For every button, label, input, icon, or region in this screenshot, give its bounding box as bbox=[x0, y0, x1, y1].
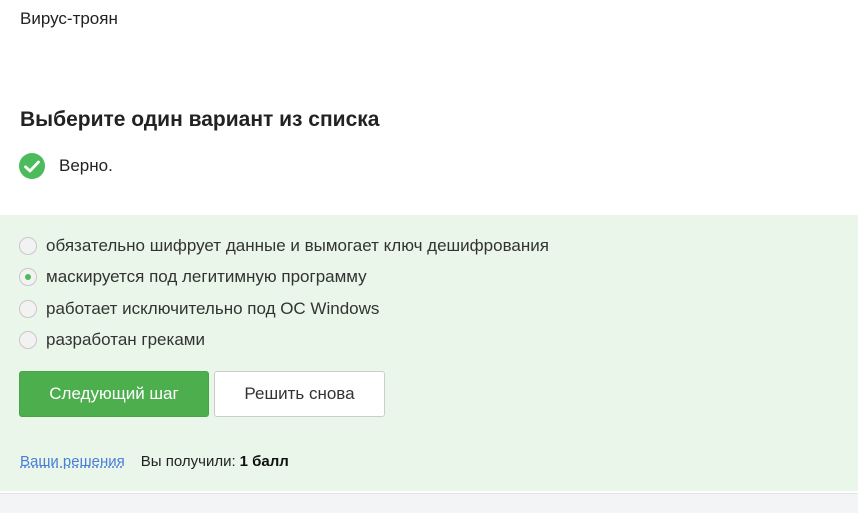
radio-dot-icon bbox=[25, 274, 31, 280]
radio-button[interactable] bbox=[19, 300, 37, 318]
radio-button[interactable] bbox=[19, 237, 37, 255]
radio-button-selected[interactable] bbox=[19, 268, 37, 286]
option-1[interactable]: обязательно шифрует данные и вымогает кл… bbox=[19, 236, 549, 256]
option-label: разработан греками bbox=[46, 330, 205, 349]
bottom-divider bbox=[0, 493, 858, 513]
option-2[interactable]: маскируется под легитимную программу bbox=[19, 267, 367, 287]
question-text: Вирус-троян bbox=[20, 9, 118, 28]
check-circle-icon bbox=[19, 153, 45, 179]
option-label: обязательно шифрует данные и вымогает кл… bbox=[46, 236, 549, 255]
retry-button[interactable]: Решить снова bbox=[214, 371, 385, 417]
radio-button[interactable] bbox=[19, 331, 37, 349]
options-panel: обязательно шифрует данные и вымогает кл… bbox=[0, 215, 858, 491]
option-label: работает исключительно под ОС Windows bbox=[46, 299, 380, 318]
next-step-button[interactable]: Следующий шаг bbox=[19, 371, 209, 417]
verdict-text: Верно. bbox=[59, 156, 113, 175]
score-value: 1 балл bbox=[239, 453, 289, 470]
option-label: маскируется под легитимную программу bbox=[46, 267, 367, 286]
your-solutions-link[interactable]: Ваши решения bbox=[20, 453, 125, 470]
score-label: Вы получили: bbox=[140, 453, 236, 470]
result-footer: Ваши решения Вы получили: 1 балл bbox=[20, 453, 289, 470]
verdict: Верно. bbox=[19, 153, 113, 179]
option-4[interactable]: разработан греками bbox=[19, 330, 205, 350]
option-3[interactable]: работает исключительно под ОС Windows bbox=[19, 299, 379, 319]
answer-prompt: Выберите один вариант из списка bbox=[20, 108, 380, 131]
